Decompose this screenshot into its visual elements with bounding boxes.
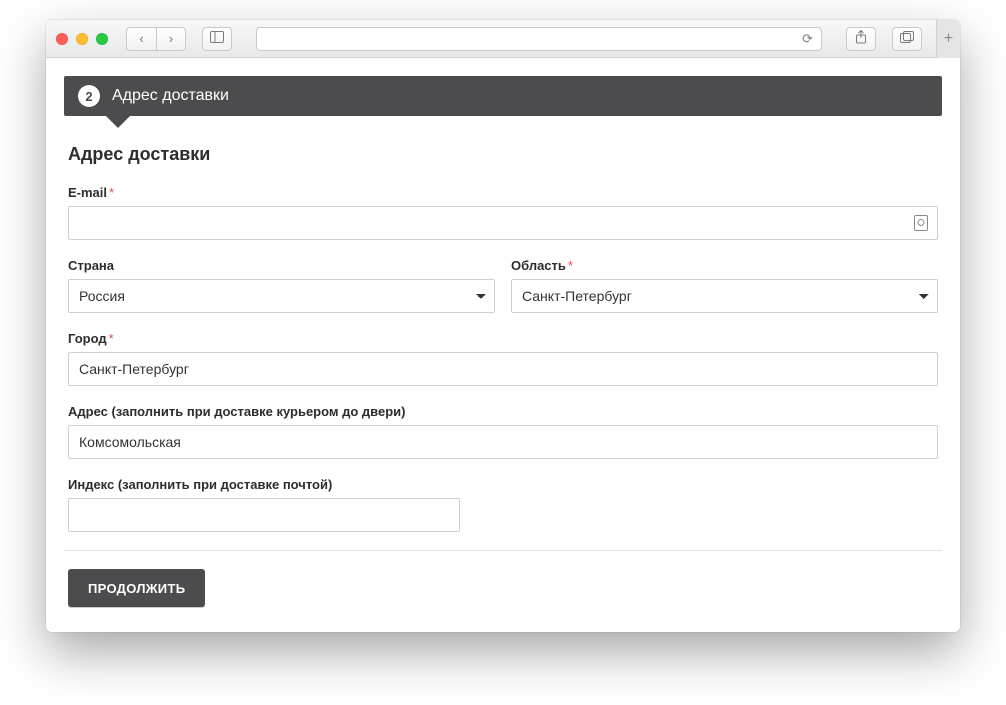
sidebar-toggle-button[interactable]: [202, 27, 232, 51]
browser-window: ‹ › ⟳ + 2 Ад: [46, 20, 960, 632]
email-field[interactable]: [68, 206, 938, 240]
form-section-title: Адрес доставки: [68, 144, 938, 165]
back-button[interactable]: ‹: [126, 27, 156, 51]
titlebar: ‹ › ⟳ +: [46, 20, 960, 58]
zip-label: Индекс (заполнить при доставке почтой): [68, 477, 460, 492]
tabs-button[interactable]: [892, 27, 922, 51]
delivery-form: Адрес доставки E-mail* Страна: [64, 116, 942, 607]
share-icon: [855, 30, 867, 47]
required-marker: *: [568, 258, 573, 273]
region-select[interactable]: Санкт-Петербург: [511, 279, 938, 313]
plus-icon: +: [944, 30, 953, 48]
region-label-text: Область: [511, 258, 566, 273]
step-number-badge: 2: [78, 85, 100, 107]
step-title: Адрес доставки: [112, 87, 229, 105]
country-select[interactable]: Россия: [68, 279, 495, 313]
address-field[interactable]: [68, 425, 938, 459]
window-controls: [56, 33, 108, 45]
required-marker: *: [109, 185, 114, 200]
email-label: E-mail*: [68, 185, 938, 200]
forward-button[interactable]: ›: [156, 27, 186, 51]
email-label-text: E-mail: [68, 185, 107, 200]
new-tab-button[interactable]: +: [936, 20, 960, 58]
city-label: Город*: [68, 331, 938, 346]
step-arrow-icon: [106, 116, 130, 128]
city-field[interactable]: [68, 352, 938, 386]
checkout-step-header: 2 Адрес доставки: [64, 76, 942, 116]
region-label: Область*: [511, 258, 938, 273]
continue-button[interactable]: ПРОДОЛЖИТЬ: [68, 569, 205, 607]
contact-card-icon[interactable]: [914, 215, 928, 231]
chevron-left-icon: ‹: [139, 31, 143, 46]
close-window-button[interactable]: [56, 33, 68, 45]
nav-buttons: ‹ ›: [126, 27, 186, 51]
address-bar[interactable]: ⟳: [256, 27, 822, 51]
zip-field[interactable]: [68, 498, 460, 532]
toolbar-right: [838, 27, 922, 51]
zoom-window-button[interactable]: [96, 33, 108, 45]
page-content: 2 Адрес доставки Адрес доставки E-mail*: [46, 58, 960, 632]
address-label: Адрес (заполнить при доставке курьером д…: [68, 404, 938, 419]
minimize-window-button[interactable]: [76, 33, 88, 45]
reload-icon[interactable]: ⟳: [802, 31, 813, 47]
divider: [64, 550, 942, 551]
chevron-right-icon: ›: [169, 31, 173, 46]
country-label: Страна: [68, 258, 495, 273]
tabs-icon: [900, 31, 914, 46]
city-label-text: Город: [68, 331, 107, 346]
sidebar-icon: [210, 31, 224, 46]
required-marker: *: [109, 331, 114, 346]
share-button[interactable]: [846, 27, 876, 51]
